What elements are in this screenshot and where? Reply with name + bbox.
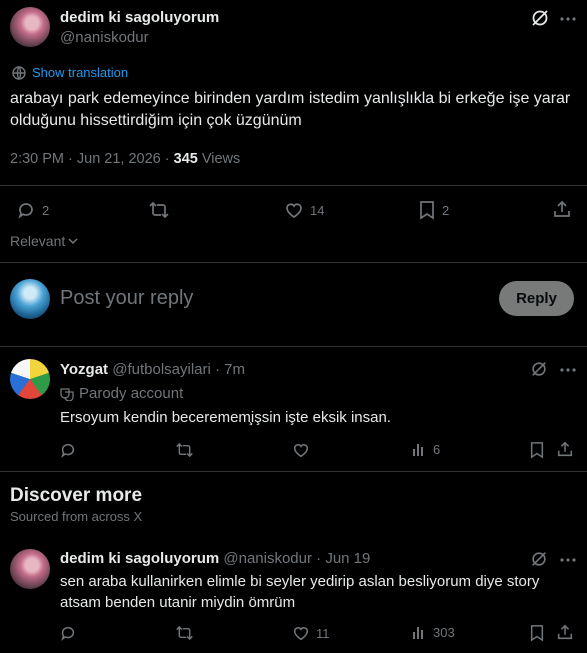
- author-handle[interactable]: @naniskodur: [60, 29, 149, 46]
- heart-icon: [292, 441, 310, 459]
- repost-icon: [175, 624, 194, 642]
- grok-icon[interactable]: [530, 8, 550, 28]
- bookmark-count: 2: [442, 202, 450, 218]
- discover-bookmark-button[interactable]: [529, 624, 545, 642]
- bookmark-icon: [529, 624, 545, 642]
- divider: [0, 471, 587, 472]
- reply-share-button[interactable]: [556, 440, 574, 458]
- heart-icon: [284, 200, 304, 220]
- discover-like-count: 11: [316, 625, 330, 641]
- discover-handle[interactable]: @naniskodur: [223, 550, 312, 567]
- views-label: Views: [201, 151, 241, 167]
- repost-icon: [148, 200, 170, 220]
- discover-author-header: dedim ki sagoluyorum @naniskodur · Jun 1…: [60, 550, 370, 567]
- repost-button[interactable]: [148, 200, 170, 220]
- reply-text: Ersoyum kendin beceremem̧işsin işte eksi…: [60, 409, 391, 426]
- reply-bookmark-button[interactable]: [529, 441, 545, 459]
- sort-dropdown[interactable]: Relevant: [10, 233, 79, 249]
- share-icon: [556, 440, 574, 458]
- author-avatar[interactable]: [10, 7, 50, 47]
- reply-submit-button[interactable]: Reply: [499, 281, 574, 316]
- discover-reply-button[interactable]: [59, 624, 77, 642]
- reply-handle[interactable]: @futbolsayilari: [112, 361, 211, 378]
- reply-time[interactable]: · 7m: [215, 361, 245, 378]
- discover-subtitle: Sourced from across X: [10, 509, 143, 524]
- discover-views-count: 303: [433, 624, 455, 640]
- reply-icon: [59, 441, 77, 459]
- reply-composer-input[interactable]: Post your reply: [60, 287, 193, 310]
- divider: [0, 262, 587, 263]
- reply-author-header: Yozgat @futbolsayilari · 7m: [60, 361, 245, 378]
- share-icon: [552, 199, 572, 219]
- heart-icon: [292, 624, 310, 642]
- more-options-icon[interactable]: [559, 557, 577, 563]
- reply-reply-button[interactable]: [59, 441, 77, 459]
- show-translation-link[interactable]: Show translation: [32, 65, 128, 80]
- reply-button[interactable]: 2: [16, 200, 49, 220]
- discover-like-button[interactable]: 11: [292, 624, 330, 642]
- more-options-icon[interactable]: [559, 367, 577, 373]
- like-count: 14: [310, 202, 325, 218]
- reply-views-count: 6: [433, 441, 441, 457]
- sort-label: Relevant: [10, 233, 66, 249]
- discover-views-button[interactable]: 303: [411, 624, 455, 640]
- reply-icon: [59, 624, 77, 642]
- like-button[interactable]: 14: [284, 200, 324, 220]
- analytics-icon: [411, 624, 427, 640]
- grok-icon[interactable]: [530, 550, 548, 568]
- chevron-down-icon: [67, 235, 79, 247]
- more-options-icon[interactable]: [559, 16, 577, 22]
- timestamp-text[interactable]: 2:30 PM · Jun 21, 2026 ·: [10, 151, 170, 167]
- discover-author-avatar[interactable]: [10, 549, 50, 589]
- share-button[interactable]: [552, 199, 572, 219]
- author-display-name[interactable]: dedim ki sagoluyorum: [60, 9, 219, 26]
- divider: [0, 346, 587, 347]
- discover-time[interactable]: · Jun 19: [316, 550, 370, 567]
- repost-icon: [175, 441, 194, 459]
- theater-masks-icon: [60, 387, 74, 401]
- reply-icon: [16, 200, 36, 220]
- reply-views-button[interactable]: 6: [411, 441, 440, 457]
- discover-post-text: sen araba kullanirken elimle bi seyler y…: [60, 573, 540, 611]
- parody-badge: Parody account: [60, 385, 183, 402]
- discover-title: Discover more: [10, 485, 143, 506]
- grok-icon[interactable]: [530, 360, 548, 378]
- globe-icon: [11, 65, 27, 81]
- discover-repost-button[interactable]: [175, 624, 194, 642]
- post-timestamp: 2:30 PM · Jun 21, 2026 · 345 Views: [10, 151, 240, 167]
- analytics-icon: [411, 441, 427, 457]
- bookmark-button[interactable]: 2: [418, 200, 449, 220]
- parody-label: Parody account: [79, 385, 184, 402]
- discover-share-button[interactable]: [556, 623, 574, 641]
- reply-like-button[interactable]: [292, 441, 310, 459]
- reply-count: 2: [42, 202, 50, 218]
- bookmark-icon: [418, 200, 436, 220]
- reply-display-name[interactable]: Yozgat: [60, 361, 108, 378]
- reply-repost-button[interactable]: [175, 441, 194, 459]
- share-icon: [556, 623, 574, 641]
- user-avatar[interactable]: [10, 279, 50, 319]
- bookmark-icon: [529, 441, 545, 459]
- discover-display-name[interactable]: dedim ki sagoluyorum: [60, 550, 219, 567]
- divider: [0, 185, 587, 186]
- post-text: arabayı park edemeyince birinden yardım …: [10, 90, 571, 129]
- views-count: 345: [173, 151, 198, 167]
- reply-author-avatar[interactable]: [10, 359, 50, 399]
